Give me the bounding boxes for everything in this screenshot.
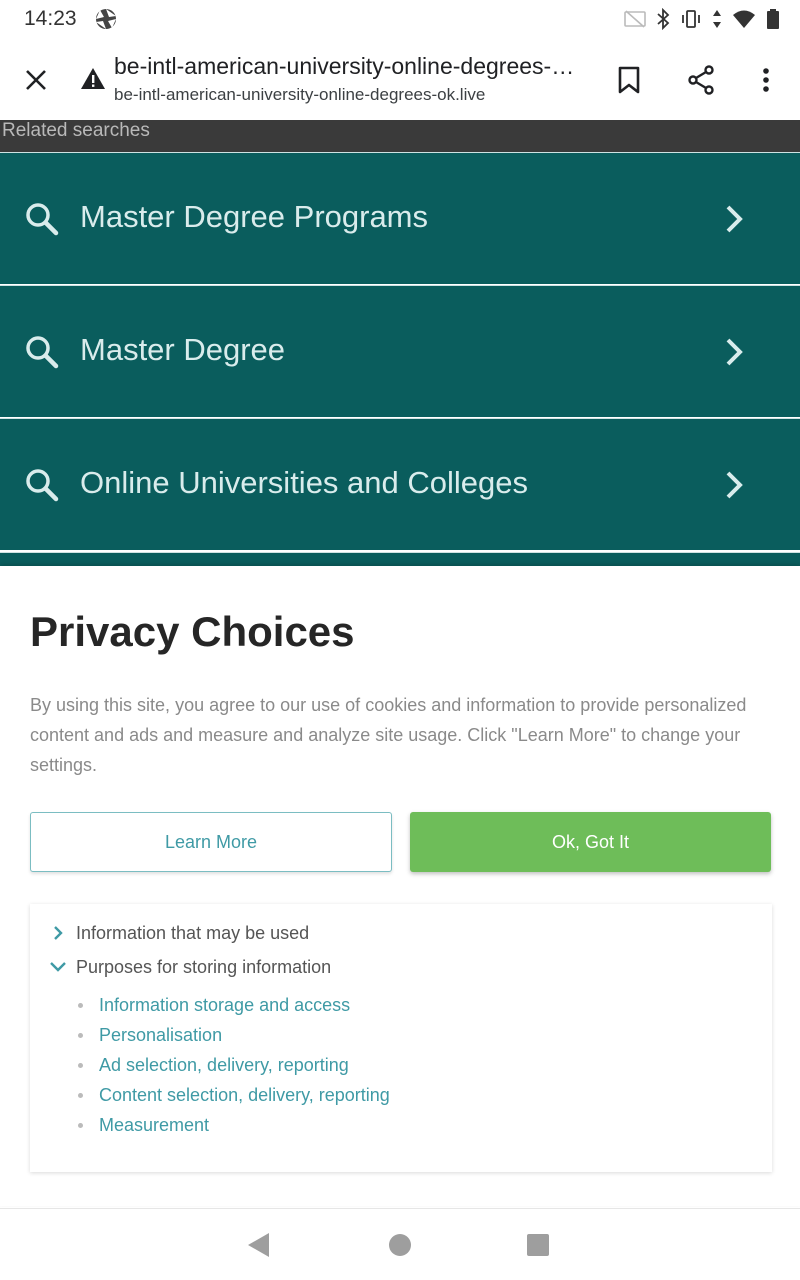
purpose-label: Information storage and access [99,994,351,1015]
privacy-choices-panel: Privacy Choices By using this site, you … [0,566,800,1206]
privacy-title: Privacy Choices [30,608,355,655]
data-arrows-icon [712,9,722,29]
chevron-right-icon [714,332,754,372]
search-icon [22,465,62,505]
share-icon [688,65,714,95]
browser-toolbar: be-intl-american-university-online-degre… [0,40,800,120]
learn-more-button[interactable]: Learn More [30,812,392,872]
related-search-label: Online Universities and Colleges [80,465,529,500]
chevron-right-icon [46,921,70,945]
wifi-icon [732,9,756,29]
purpose-label: Measurement [99,1114,210,1135]
home-circle-icon [389,1234,411,1256]
purpose-link[interactable]: Ad selection, delivery, reporting [78,1050,390,1080]
bullet [78,1062,83,1068]
purposes-label: Purposes for storing information [76,956,332,977]
related-search-label: Master Degree Programs [80,199,429,234]
privacy-description: By using this site, you agree to our use… [30,695,747,775]
related-search-item[interactable]: Master Degree [0,285,800,417]
bookmark-icon [618,66,640,94]
back-button[interactable] [240,1227,276,1263]
related-search-item[interactable]: Master Degree Programs [0,152,800,284]
related-searches-header: Related searches [0,120,800,152]
purposes-list: Information storage and access Personali… [78,990,390,1140]
bullet [78,1092,83,1098]
privacy-details-box: Information that may be used Purposes fo… [30,904,772,1172]
cast-off-icon [624,10,646,28]
related-search-item[interactable]: Online Universities and Colleges [0,418,800,550]
purpose-label: Content selection, delivery, reporting [99,1084,390,1105]
purposes-toggle[interactable]: Purposes for storing information [46,952,331,982]
purpose-link[interactable]: Measurement [78,1110,390,1140]
bluetooth-icon [656,8,670,30]
recents-square-icon [527,1234,549,1256]
close-tab-button[interactable] [16,60,56,100]
bullet [78,1002,83,1008]
chevron-right-icon [714,465,754,505]
purpose-label: Ad selection, delivery, reporting [99,1054,349,1075]
ok-got-it-button[interactable]: Ok, Got It [410,812,771,872]
back-triangle-icon [248,1233,269,1257]
aperture-icon [94,7,118,31]
share-button[interactable] [679,58,723,102]
close-icon [26,70,46,90]
purpose-label: Personalisation [99,1024,223,1045]
info-used-label: Information that may be used [76,922,310,943]
page-title[interactable]: be-intl-american-university-online-degre… [114,53,584,80]
vibrate-icon [680,9,702,29]
bullet [78,1032,83,1038]
search-icon [22,332,62,372]
status-bar: 14:23 [0,0,800,40]
page-url[interactable]: be-intl-american-university-online-degre… [114,85,584,105]
chevron-down-icon [46,955,70,979]
home-button[interactable] [382,1227,418,1263]
purpose-link[interactable]: Information storage and access [78,990,390,1020]
more-menu-button[interactable] [744,58,788,102]
warning-icon[interactable] [80,66,106,92]
battery-icon [766,8,780,30]
bookmark-button[interactable] [607,58,651,102]
system-nav-bar [0,1208,800,1280]
purpose-link[interactable]: Personalisation [78,1020,390,1050]
info-used-toggle[interactable]: Information that may be used [46,918,309,948]
bullet [78,1122,83,1128]
status-time: 14:23 [24,7,77,30]
search-icon [22,199,62,239]
related-search-label: Master Degree [80,332,286,367]
recents-button[interactable] [520,1227,556,1263]
more-vert-icon [763,68,769,92]
chevron-right-icon [714,199,754,239]
purpose-link[interactable]: Content selection, delivery, reporting [78,1080,390,1110]
status-icons [624,6,780,32]
